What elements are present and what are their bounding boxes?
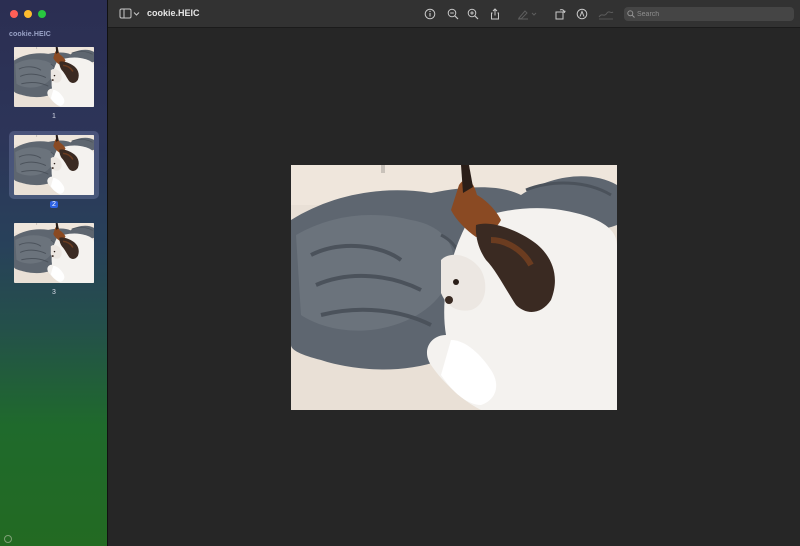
page-number-1: 1 <box>52 113 56 120</box>
sidebar-toggle-icon <box>119 8 140 19</box>
main-image <box>291 165 617 410</box>
zoom-in-icon <box>467 8 479 20</box>
preview-window: cookie.HEIC 1 2 3 cookie.HEIC <box>0 0 800 546</box>
search-field[interactable] <box>624 7 794 21</box>
minimize-window-button[interactable] <box>24 10 32 18</box>
chevron-down-icon <box>133 12 140 16</box>
share-button[interactable] <box>489 6 501 22</box>
highlight-icon <box>518 10 537 20</box>
thumbnail-page-3[interactable] <box>14 223 94 283</box>
document-title: cookie.HEIC <box>147 8 200 18</box>
thumbnail-page-1[interactable] <box>14 47 94 107</box>
zoom-out-button[interactable] <box>447 6 459 22</box>
zoom-out-icon <box>447 8 459 20</box>
page-number-2: 2 <box>50 201 58 208</box>
close-window-button[interactable] <box>10 10 18 18</box>
rotate-button[interactable] <box>554 6 566 22</box>
rotate-icon <box>555 9 566 20</box>
search-icon <box>627 10 635 18</box>
document-canvas <box>108 28 800 546</box>
thumbnail-image <box>14 135 94 195</box>
fullscreen-window-button[interactable] <box>38 10 46 18</box>
page-number-3: 3 <box>52 289 56 296</box>
markup-icon <box>576 8 588 20</box>
search-input[interactable] <box>637 10 787 18</box>
sidebar-options-icon[interactable] <box>4 535 12 543</box>
toolbar: cookie.HEIC <box>108 0 800 28</box>
thumbnail-image <box>14 47 94 107</box>
sidebar-toggle-button[interactable] <box>119 6 141 22</box>
markup-button[interactable] <box>576 6 588 22</box>
zoom-in-button[interactable] <box>467 6 479 22</box>
window-controls <box>10 10 46 18</box>
dog-photo <box>291 165 617 410</box>
thumbnail-page-2[interactable] <box>14 135 94 195</box>
signature-icon <box>598 11 614 20</box>
highlight-button[interactable] <box>516 6 538 22</box>
thumbnail-sidebar: cookie.HEIC 1 2 3 <box>0 0 108 546</box>
sidebar-document-name: cookie.HEIC <box>9 31 51 38</box>
signature-button[interactable] <box>598 6 614 22</box>
thumbnail-image <box>14 223 94 283</box>
info-button[interactable] <box>424 6 436 22</box>
info-icon <box>424 8 436 20</box>
share-icon <box>491 8 499 20</box>
